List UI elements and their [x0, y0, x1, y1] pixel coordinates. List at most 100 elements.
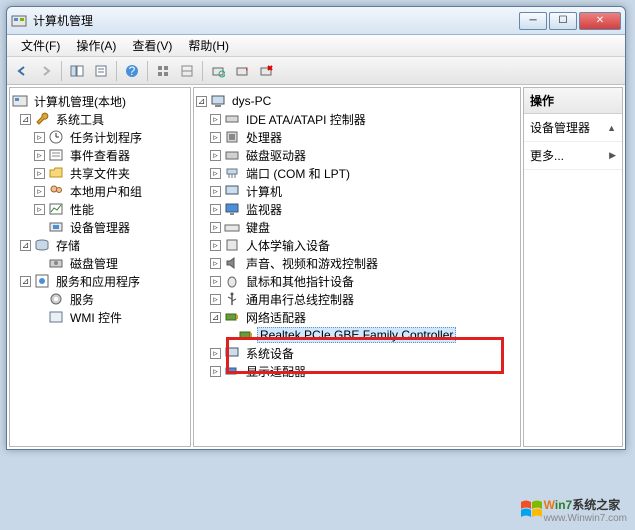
- expand-icon[interactable]: ▹: [210, 204, 221, 215]
- content-area: 计算机管理(本地) ⊿系统工具 ▹任务计划程序 ▹事件查看器 ▹共享文件夹 ▹本…: [7, 85, 625, 449]
- tree-event-viewer[interactable]: ▹事件查看器: [12, 146, 188, 164]
- monitor-icon: [224, 201, 240, 217]
- device-realtek[interactable]: Realtek PCIe GBE Family Controller: [196, 326, 518, 344]
- expand-icon[interactable]: ▹: [210, 240, 221, 251]
- menubar: 文件(F) 操作(A) 查看(V) 帮助(H): [7, 35, 625, 57]
- device-keyboards[interactable]: ▹键盘: [196, 218, 518, 236]
- tree-shared-folders[interactable]: ▹共享文件夹: [12, 164, 188, 182]
- tree-system-tools[interactable]: ⊿系统工具: [12, 110, 188, 128]
- expand-icon[interactable]: ▹: [210, 276, 221, 287]
- tree-device-manager[interactable]: 设备管理器: [12, 218, 188, 236]
- device-display[interactable]: ▹显示适配器: [196, 362, 518, 380]
- tree-services[interactable]: 服务: [12, 290, 188, 308]
- separator: [116, 61, 117, 81]
- menu-file[interactable]: 文件(F): [13, 35, 68, 56]
- expand-icon[interactable]: ▹: [34, 204, 45, 215]
- computer-icon: [224, 183, 240, 199]
- uninstall-button[interactable]: [255, 60, 277, 82]
- device-hid[interactable]: ▹人体学输入设备: [196, 236, 518, 254]
- separator: [61, 61, 62, 81]
- help-button[interactable]: ?: [121, 60, 143, 82]
- collapse-icon[interactable]: ⊿: [20, 114, 31, 125]
- ide-icon: [224, 111, 240, 127]
- console-tree[interactable]: 计算机管理(本地) ⊿系统工具 ▹任务计划程序 ▹事件查看器 ▹共享文件夹 ▹本…: [10, 88, 190, 330]
- display-adapter-icon: [224, 363, 240, 379]
- actions-item-devicemgr[interactable]: 设备管理器▲: [524, 114, 622, 142]
- chevron-up-icon: ▲: [607, 123, 616, 133]
- device-sound[interactable]: ▹声音、视频和游戏控制器: [196, 254, 518, 272]
- cpu-icon: [224, 129, 240, 145]
- tree-wmi[interactable]: WMI 控件: [12, 308, 188, 326]
- expand-icon[interactable]: ▹: [210, 168, 221, 179]
- expand-icon[interactable]: ▹: [210, 114, 221, 125]
- disk-icon: [48, 255, 64, 271]
- expand-icon[interactable]: ▹: [210, 186, 221, 197]
- expand-icon[interactable]: ▹: [210, 150, 221, 161]
- computer-mgmt-icon: [12, 93, 28, 109]
- expand-icon[interactable]: ▹: [210, 222, 221, 233]
- expand-icon[interactable]: ▹: [210, 366, 221, 377]
- network-adapter-icon: [238, 327, 254, 343]
- device-network[interactable]: ⊿网络适配器: [196, 308, 518, 326]
- app-icon: [11, 13, 27, 29]
- tree-task-scheduler[interactable]: ▹任务计划程序: [12, 128, 188, 146]
- tree-performance[interactable]: ▹性能: [12, 200, 188, 218]
- scan-hardware-button[interactable]: [207, 60, 229, 82]
- collapse-icon[interactable]: ⊿: [20, 276, 31, 287]
- tree-storage[interactable]: ⊿存储: [12, 236, 188, 254]
- tree-local-users[interactable]: ▹本地用户和组: [12, 182, 188, 200]
- show-hide-tree-button[interactable]: [66, 60, 88, 82]
- titlebar[interactable]: 计算机管理 ─ ☐ ✕: [7, 7, 625, 35]
- minimize-button[interactable]: ─: [519, 12, 547, 30]
- device-mouse[interactable]: ▹鼠标和其他指针设备: [196, 272, 518, 290]
- expand-icon[interactable]: ▹: [34, 186, 45, 197]
- menu-help[interactable]: 帮助(H): [180, 35, 237, 56]
- watermark: Win7Win7系统之家系统之家 www.Winwin7.com: [518, 496, 627, 524]
- device-system[interactable]: ▹系统设备: [196, 344, 518, 362]
- computer-management-window: 计算机管理 ─ ☐ ✕ 文件(F) 操作(A) 查看(V) 帮助(H) ? 计算…: [6, 6, 626, 450]
- menu-action[interactable]: 操作(A): [68, 35, 124, 56]
- update-driver-button[interactable]: [231, 60, 253, 82]
- view-button-1[interactable]: [152, 60, 174, 82]
- device-mgr-icon: [48, 219, 64, 235]
- window-buttons: ─ ☐ ✕: [519, 12, 621, 30]
- collapse-icon[interactable]: ⊿: [196, 96, 207, 107]
- mouse-icon: [224, 273, 240, 289]
- collapse-icon[interactable]: ⊿: [210, 312, 221, 323]
- back-button[interactable]: [11, 60, 33, 82]
- collapse-icon[interactable]: ⊿: [20, 240, 31, 251]
- properties-button[interactable]: [90, 60, 112, 82]
- usb-icon: [224, 291, 240, 307]
- expand-icon[interactable]: ▹: [34, 132, 45, 143]
- tree-services-apps[interactable]: ⊿服务和应用程序: [12, 272, 188, 290]
- expand-icon[interactable]: ▹: [210, 258, 221, 269]
- maximize-button[interactable]: ☐: [549, 12, 577, 30]
- device-ports[interactable]: ▹端口 (COM 和 LPT): [196, 164, 518, 182]
- menu-view[interactable]: 查看(V): [124, 35, 180, 56]
- device-monitors[interactable]: ▹监视器: [196, 200, 518, 218]
- view-button-2[interactable]: [176, 60, 198, 82]
- forward-button[interactable]: [35, 60, 57, 82]
- close-button[interactable]: ✕: [579, 12, 621, 30]
- device-cpu[interactable]: ▹处理器: [196, 128, 518, 146]
- device-usb[interactable]: ▹通用串行总线控制器: [196, 290, 518, 308]
- device-disk[interactable]: ▹磁盘驱动器: [196, 146, 518, 164]
- tree-root[interactable]: 计算机管理(本地): [12, 92, 188, 110]
- expand-icon[interactable]: ▹: [34, 150, 45, 161]
- expand-icon[interactable]: ▹: [210, 132, 221, 143]
- event-icon: [48, 147, 64, 163]
- tree-disk-mgmt[interactable]: 磁盘管理: [12, 254, 188, 272]
- device-tree[interactable]: ⊿dys-PC ▹IDE ATA/ATAPI 控制器 ▹处理器 ▹磁盘驱动器 ▹…: [194, 88, 520, 384]
- device-root[interactable]: ⊿dys-PC: [196, 92, 518, 110]
- expand-icon[interactable]: ▹: [210, 348, 221, 359]
- device-ide[interactable]: ▹IDE ATA/ATAPI 控制器: [196, 110, 518, 128]
- device-computer[interactable]: ▹计算机: [196, 182, 518, 200]
- wmi-icon: [48, 309, 64, 325]
- actions-item-more[interactable]: 更多...▶: [524, 142, 622, 170]
- svg-text:?: ?: [129, 64, 136, 78]
- chevron-right-icon: ▶: [609, 150, 616, 161]
- expand-icon[interactable]: ▹: [34, 168, 45, 179]
- computer-icon: [210, 93, 226, 109]
- watermark-brand: Win7Win7系统之家系统之家: [544, 498, 621, 512]
- expand-icon[interactable]: ▹: [210, 294, 221, 305]
